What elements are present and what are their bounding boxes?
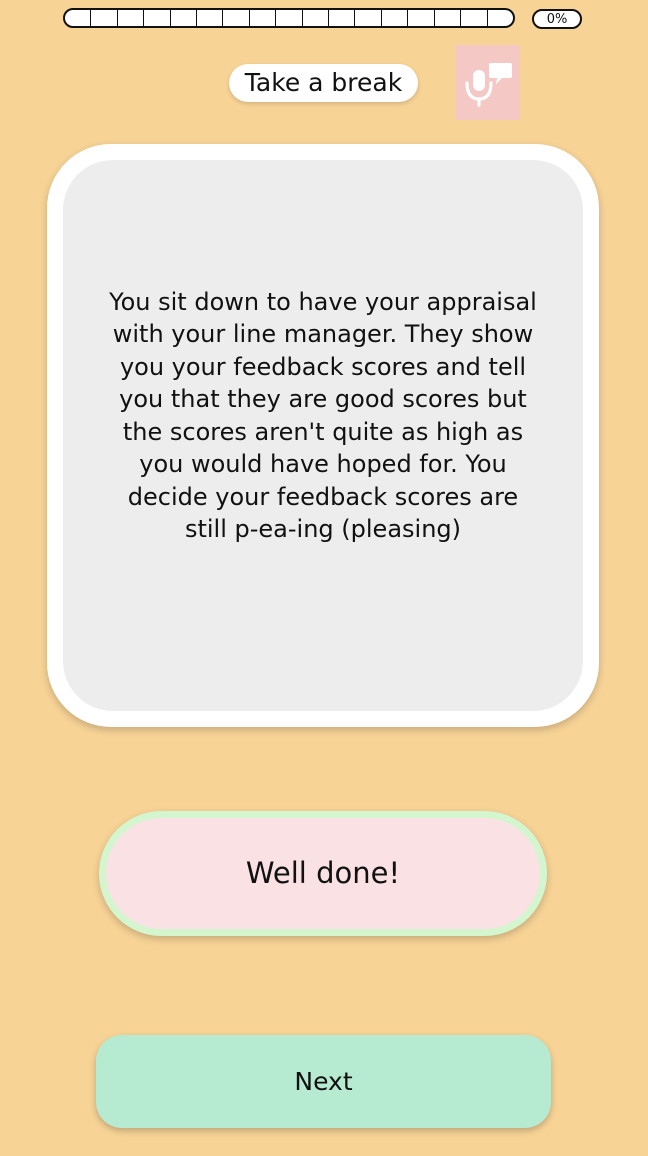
progress-segment [91, 10, 118, 26]
take-a-break-button[interactable]: Take a break [229, 64, 418, 102]
progress-segment [144, 10, 171, 26]
progress-segment [329, 10, 356, 26]
progress-percent: 0% [532, 9, 582, 29]
progress-segment [303, 10, 330, 26]
progress-segment [408, 10, 435, 26]
progress-segment [250, 10, 277, 26]
progress-bar [63, 8, 515, 28]
progress-segment [435, 10, 462, 26]
progress-segment [461, 10, 488, 26]
scenario-card-body: You sit down to have your appraisal with… [63, 160, 583, 711]
progress-segment [223, 10, 250, 26]
progress-segment [118, 10, 145, 26]
progress-segment [355, 10, 382, 26]
progress-segment [171, 10, 198, 26]
progress-segment [197, 10, 224, 26]
scenario-text: You sit down to have your appraisal with… [109, 287, 537, 544]
microphone-speech-icon [465, 63, 512, 107]
progress-segment [382, 10, 409, 26]
next-button[interactable]: Next [96, 1035, 551, 1128]
progress-segment [488, 10, 513, 26]
voice-button[interactable] [456, 45, 520, 120]
scenario-card: You sit down to have your appraisal with… [47, 144, 599, 727]
progress-segment [276, 10, 303, 26]
progress-segments [65, 10, 513, 26]
feedback-message: Well done! [99, 811, 547, 936]
progress-segment [65, 10, 92, 26]
